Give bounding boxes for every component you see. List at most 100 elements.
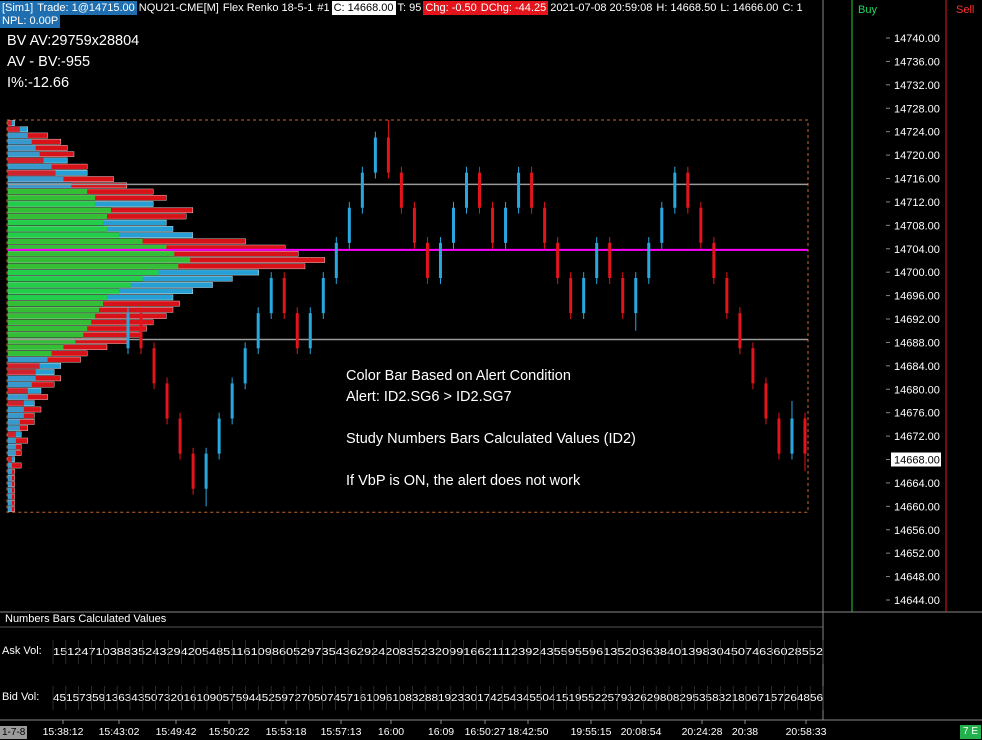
- vbp-bar-ask: [8, 126, 20, 132]
- chart-number: #1: [317, 1, 330, 14]
- vbp-bar-ask: [8, 462, 12, 469]
- time-scale-label[interactable]: 1-7-8: [0, 726, 28, 739]
- price-axis-label: 14700.00: [894, 267, 940, 279]
- candle-body: [425, 242, 429, 279]
- vbp-bar-ask: [8, 388, 28, 394]
- chart-header: [Sim1] Trade: 1@14715.00 NQU21-CME[M] Fl…: [0, 0, 805, 15]
- note-line-2: Alert: ID2.SG6 > ID2.SG7: [346, 389, 512, 405]
- candle-body: [373, 137, 377, 173]
- vbp-bar-ask: [8, 232, 119, 238]
- candle-body: [165, 383, 169, 419]
- candle-body: [543, 207, 547, 243]
- price-axis-label: 14720.00: [894, 150, 940, 162]
- vbp-bar-ask: [8, 400, 24, 406]
- vbp-bar-ask: [8, 357, 48, 363]
- price-axis-label: 14740.00: [894, 33, 940, 45]
- vbp-bar-ask: [8, 294, 107, 301]
- status-badge[interactable]: 7 E: [960, 725, 982, 739]
- time-axis-label: 15:43:02: [99, 726, 140, 738]
- av-bv-text: AV - BV:-955: [7, 54, 91, 70]
- candle-body: [152, 348, 156, 384]
- chart-type-label: Flex Renko 18-5-1: [222, 1, 314, 14]
- candle-body: [595, 242, 599, 279]
- candle-body: [504, 207, 508, 243]
- vbp-bar-ask: [8, 413, 24, 419]
- vbp-bar-ask: [8, 350, 52, 357]
- candle-body: [478, 172, 482, 208]
- vbp-bar-ask: [8, 431, 16, 437]
- price-axis-label: 14660.00: [894, 501, 940, 513]
- time-axis-label: 16:50:27: [465, 726, 506, 738]
- vbp-bar-ask: [8, 201, 96, 207]
- vbp-bar-ask: [8, 120, 12, 126]
- note-line-4: If VbP is ON, the alert does not work: [346, 473, 581, 489]
- candle-body: [386, 137, 390, 173]
- candle-body: [530, 172, 534, 208]
- candle-body: [126, 313, 130, 349]
- note-line-3: Study Numbers Bars Calculated Values (ID…: [346, 431, 636, 447]
- candle-body: [673, 172, 677, 208]
- ask-vol-label: Ask Vol:: [2, 645, 42, 657]
- vbp-bar-ask: [8, 444, 16, 450]
- dom-buy-header[interactable]: Buy: [858, 4, 877, 16]
- vbp-bar-ask: [8, 307, 100, 313]
- sim-account[interactable]: [Sim1]: [0, 0, 36, 15]
- vbp-bar-ask: [8, 394, 28, 400]
- bv-av-text: BV AV:29759x28804: [7, 33, 140, 49]
- candle-body: [321, 278, 325, 314]
- price-axis-label: 14684.00: [894, 361, 940, 373]
- vbp-bar-ask: [8, 257, 191, 263]
- candle-body: [660, 207, 664, 243]
- price-axis-label: 14676.00: [894, 408, 940, 420]
- vbp-bar-ask: [8, 282, 131, 288]
- subgraph-title: Numbers Bars Calculated Values: [5, 613, 167, 625]
- vbp-bar-ask: [8, 363, 40, 369]
- vbp-bar-ask: [8, 301, 104, 307]
- candle-body: [178, 418, 182, 454]
- note-line-1: Color Bar Based on Alert Condition: [346, 368, 571, 384]
- symbol-label[interactable]: NQU21-CME[M]: [137, 1, 221, 15]
- candle-body: [621, 278, 625, 314]
- candle-body: [491, 207, 495, 243]
- candle-body: [712, 242, 716, 279]
- vbp-bar-ask: [8, 313, 96, 319]
- candle-body: [465, 172, 468, 208]
- candle-body: [634, 278, 638, 314]
- vbp-bar-ask: [8, 251, 175, 257]
- vbp-bar-ask: [8, 487, 12, 494]
- price-axis-label: 14688.00: [894, 337, 940, 349]
- vbp-bar-ask: [8, 213, 107, 220]
- candle-body: [243, 348, 247, 384]
- vbp-bar-ask: [8, 319, 92, 325]
- time-axis-label: 19:55:15: [571, 726, 612, 738]
- vbp-bar-ask: [8, 226, 107, 232]
- vbp-bar-ask: [8, 182, 72, 188]
- price-axis-label: 14728.00: [894, 103, 940, 115]
- candle-body: [256, 313, 260, 349]
- candle-body: [139, 313, 143, 349]
- candle-body: [751, 348, 755, 384]
- candle-body: [347, 207, 351, 243]
- price-axis-label: 14644.00: [894, 595, 940, 607]
- vbp-bar-ask: [8, 157, 44, 164]
- vbp-bar-ask: [8, 450, 16, 456]
- dom-sell-header[interactable]: Sell: [956, 4, 974, 16]
- candle-body: [230, 383, 234, 419]
- high-price: H: 14668.50: [656, 1, 717, 14]
- vbp-bar-ask: [8, 375, 36, 381]
- candle-body: [569, 278, 573, 314]
- candle-body: [777, 418, 781, 454]
- vbp-bar-ask: [8, 494, 12, 500]
- price-axis-label: 14716.00: [894, 174, 940, 186]
- candle-body: [269, 278, 273, 314]
- vbp-bar-ask: [8, 500, 12, 506]
- candle-body: [686, 172, 690, 208]
- price-axis-label: 14664.00: [894, 478, 940, 490]
- candle-body: [360, 172, 364, 208]
- candle-body: [556, 242, 560, 279]
- close-price: C: 14668.00: [331, 0, 396, 15]
- time-axis-label: 20:24:28: [682, 726, 723, 738]
- time-axis-label: 16:09: [428, 726, 454, 738]
- vbp-bar-ask: [8, 195, 96, 201]
- daily-change-value: DChg: -44.25: [478, 0, 549, 15]
